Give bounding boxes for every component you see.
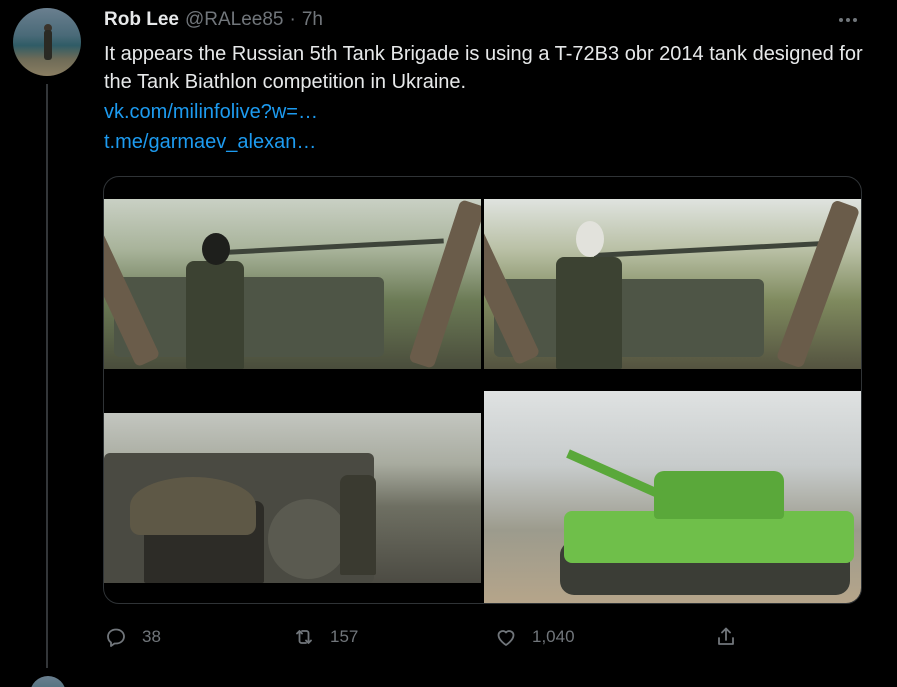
like-count: 1,040 [532,627,575,646]
retweet-button[interactable]: 157 [292,622,358,652]
reply-count: 38 [142,627,161,646]
next-reply-avatar[interactable] [30,676,66,687]
retweet-count: 157 [330,627,359,646]
share-button[interactable] [714,622,738,652]
heart-icon [497,630,515,646]
reply-icon [107,628,125,647]
tweet-text: It appears the Russian 5th Tank Brigade … [104,43,863,93]
more-options-icon[interactable] [836,10,860,30]
media-photo-4[interactable] [484,391,861,603]
like-button[interactable]: 1,040 [494,622,575,652]
separator-dot: · [289,9,296,30]
tweet-header: Rob Lee @RALee85 · 7h [104,8,323,32]
tweet-time[interactable]: 7h [302,9,323,31]
author-name[interactable]: Rob Lee [104,9,179,31]
tweet-link-telegram[interactable]: t.me/garmaev_alexan… [104,131,316,154]
media-photo-3[interactable] [104,413,481,583]
media-photo-1[interactable] [104,199,481,369]
avatar[interactable] [13,8,81,76]
retweet-icon [296,630,312,644]
reply-button[interactable]: 38 [104,622,161,652]
avatar-figure [44,30,52,60]
thread-line [46,84,48,668]
author-handle[interactable]: @RALee85 [185,9,284,31]
media-photo-2[interactable] [484,199,861,369]
media-grid [103,176,862,604]
share-icon [718,627,734,645]
tweet-link-vk[interactable]: vk.com/milinfolive?w=… [104,101,318,124]
tweet-actions: 38 157 1,040 [104,622,764,652]
